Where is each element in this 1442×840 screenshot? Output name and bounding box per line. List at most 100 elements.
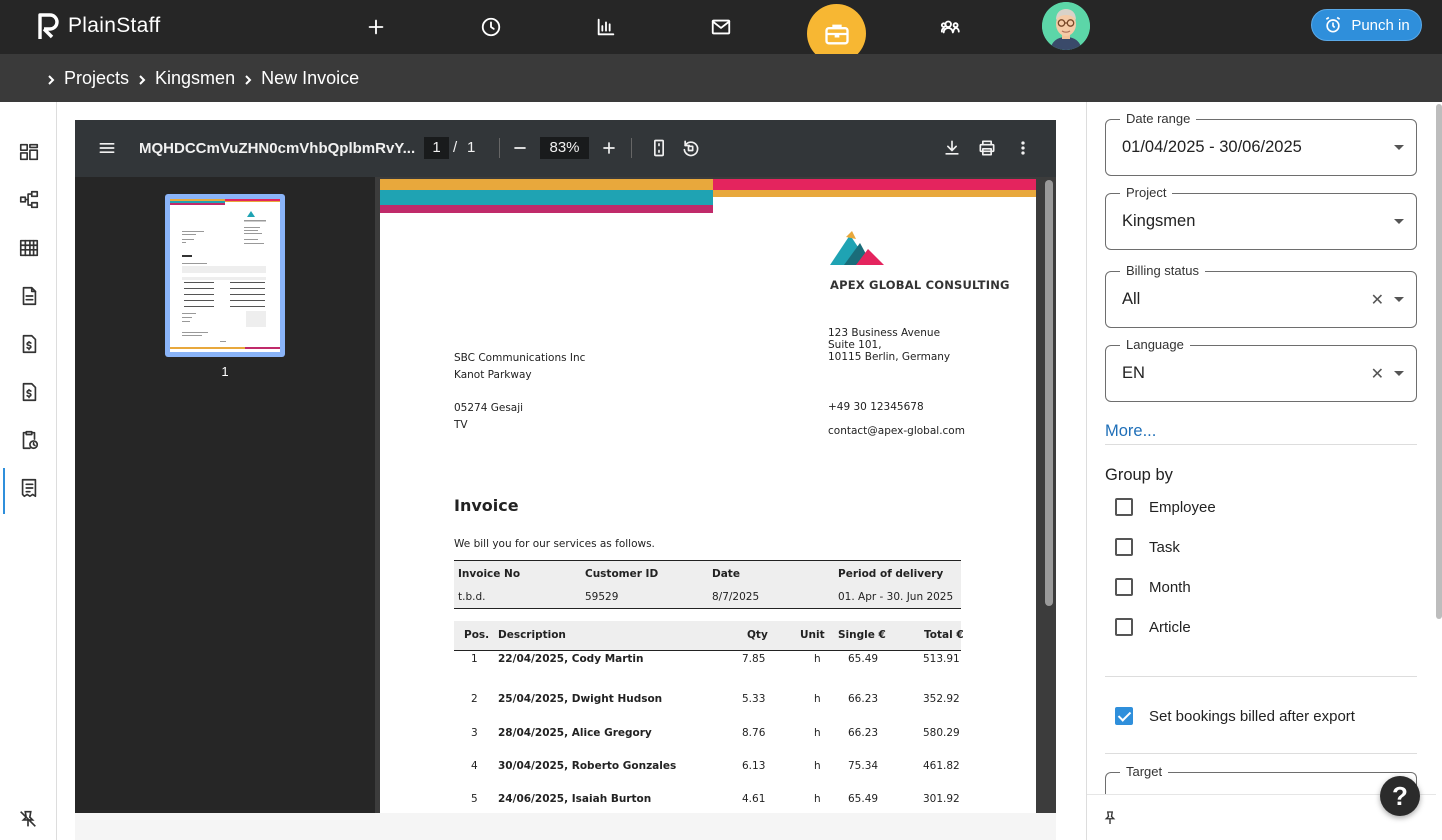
item-single: 66.23 <box>848 693 879 705</box>
group-by-article[interactable]: Article <box>1115 616 1191 638</box>
zoom-in-icon[interactable] <box>598 137 620 159</box>
thumbnail-page-number: 1 <box>221 364 229 379</box>
invoice-dollar-icon[interactable] <box>0 324 57 364</box>
item-description: 25/04/2025, Dwight Hudson <box>498 693 663 705</box>
company-email: contact@apex-global.com <box>828 425 965 437</box>
zoom-out-icon[interactable] <box>509 137 531 159</box>
language-select[interactable]: Language EN ✕ <box>1105 337 1417 402</box>
panel-scrollbar-thumb[interactable] <box>1436 104 1442 619</box>
item-description: 22/04/2025, Cody Martin <box>498 653 644 665</box>
help-button[interactable]: ? <box>1380 776 1420 816</box>
item-unit: h <box>814 693 821 705</box>
user-avatar[interactable] <box>1042 2 1090 50</box>
menu-icon[interactable] <box>96 137 118 159</box>
checkbox[interactable] <box>1115 578 1133 596</box>
item-pos: 5 <box>471 793 478 805</box>
date-range-label: Date range <box>1120 111 1197 126</box>
group-by-heading: Group by <box>1105 466 1173 484</box>
filter-panel: Date range 01/04/2025 - 30/06/2025 Proje… <box>1086 102 1442 840</box>
bar-chart-icon[interactable] <box>591 12 621 42</box>
invoice-list-icon[interactable] <box>0 468 57 514</box>
billing-status-label: Billing status <box>1120 263 1205 278</box>
receipt-dollar-icon[interactable] <box>0 372 57 412</box>
column-header: Pos. <box>464 629 490 641</box>
divider <box>1105 753 1417 754</box>
item-qty: 6.13 <box>742 760 766 772</box>
recipient-line: SBC Communications Inc <box>454 352 586 364</box>
breadcrumb: Projects Kingsmen New Invoice <box>0 54 1442 102</box>
dashboard-icon[interactable] <box>0 132 57 172</box>
more-vert-icon[interactable] <box>1012 137 1034 159</box>
app-name: PlainStaff <box>68 14 161 37</box>
panel-scrollbar[interactable] <box>1436 102 1442 840</box>
app-logo[interactable]: PlainStaff <box>36 10 161 42</box>
pdf-scrollbar[interactable] <box>1042 177 1056 813</box>
checkbox[interactable] <box>1115 538 1133 556</box>
breadcrumb-projects[interactable]: Projects <box>64 68 129 89</box>
pdf-scrollbar-thumb[interactable] <box>1045 180 1053 606</box>
print-icon[interactable] <box>976 137 998 159</box>
meta-value: 59529 <box>585 591 619 603</box>
breadcrumb-kingsmen[interactable]: Kingsmen <box>155 68 235 89</box>
items-table-header: Pos. Description Qty Unit Single € Total… <box>454 621 964 651</box>
more-filters-link[interactable]: More... <box>1105 422 1156 441</box>
date-range-select[interactable]: Date range 01/04/2025 - 30/06/2025 <box>1105 111 1417 176</box>
hierarchy-icon[interactable] <box>0 180 57 220</box>
plainstaff-logo-icon <box>38 13 59 39</box>
group-by-task[interactable]: Task <box>1115 536 1180 558</box>
checkbox-checked[interactable] <box>1115 707 1133 725</box>
checkbox[interactable] <box>1115 498 1133 516</box>
column-header: Description <box>498 629 566 641</box>
meta-header: Period of delivery <box>838 568 944 580</box>
set-bookings-billed-option[interactable]: Set bookings billed after export <box>1115 705 1355 727</box>
left-sidebar <box>0 102 57 840</box>
punch-in-button[interactable]: Punch in <box>1311 9 1422 41</box>
item-total: 301.92 <box>923 793 960 805</box>
main-scrollbar[interactable] <box>1068 120 1080 813</box>
group-by-month[interactable]: Month <box>1115 576 1191 598</box>
pdf-viewer: MQHDCCmVuZHN0cmVhbQplbmRvY... 1 / 1 83% <box>75 120 1056 813</box>
item-total: 513.91 <box>923 653 960 665</box>
plus-icon[interactable] <box>361 12 391 42</box>
clock-icon[interactable] <box>476 12 506 42</box>
project-select[interactable]: Project Kingsmen <box>1105 185 1417 250</box>
target-label: Target <box>1120 764 1169 779</box>
dropdown-arrow-icon[interactable] <box>1394 145 1404 150</box>
billing-status-select[interactable]: Billing status All ✕ <box>1105 263 1417 328</box>
unpin-icon[interactable] <box>17 808 41 832</box>
project-label: Project <box>1120 185 1173 200</box>
column-header: Unit <box>800 629 825 641</box>
clear-icon[interactable]: ✕ <box>1371 290 1384 310</box>
alarm-clock-icon <box>1326 16 1341 33</box>
table-icon[interactable] <box>0 228 57 268</box>
item-pos: 2 <box>471 693 478 705</box>
clear-icon[interactable]: ✕ <box>1371 364 1384 384</box>
pdf-page-area: APEX GLOBAL CONSULTING 123 Business Aven… <box>375 177 1056 813</box>
page-thumbnail[interactable] <box>165 194 285 357</box>
pin-icon[interactable] <box>1101 809 1121 829</box>
mail-icon[interactable] <box>706 12 736 42</box>
company-phone: +49 30 12345678 <box>828 401 924 413</box>
rotate-icon[interactable] <box>680 137 702 159</box>
page-separator: / <box>453 139 458 156</box>
document-icon[interactable] <box>0 276 57 316</box>
checkbox[interactable] <box>1115 618 1133 636</box>
briefcase-icon <box>824 24 849 44</box>
page-number-input[interactable]: 1 <box>424 137 449 159</box>
header-color-bands <box>380 179 1036 213</box>
item-description: 30/04/2025, Roberto Gonzales <box>498 760 677 772</box>
clipboard-clock-icon[interactable] <box>0 420 57 460</box>
dropdown-arrow-icon[interactable] <box>1394 219 1404 224</box>
team-icon[interactable] <box>936 12 966 42</box>
group-by-employee[interactable]: Employee <box>1115 496 1216 518</box>
meta-header: Date <box>712 568 740 580</box>
dropdown-arrow-icon[interactable] <box>1394 371 1404 376</box>
zoom-input[interactable]: 83% <box>540 137 589 159</box>
dropdown-arrow-icon[interactable] <box>1394 297 1404 302</box>
download-icon[interactable] <box>941 137 963 159</box>
meta-header: Customer ID <box>585 568 659 580</box>
group-by-option-label: Month <box>1149 578 1191 596</box>
company-name: APEX GLOBAL CONSULTING <box>830 278 1010 292</box>
invoice-meta-table: Invoice No Customer ID Date Period of de… <box>454 560 961 609</box>
fit-page-icon[interactable] <box>648 137 670 159</box>
